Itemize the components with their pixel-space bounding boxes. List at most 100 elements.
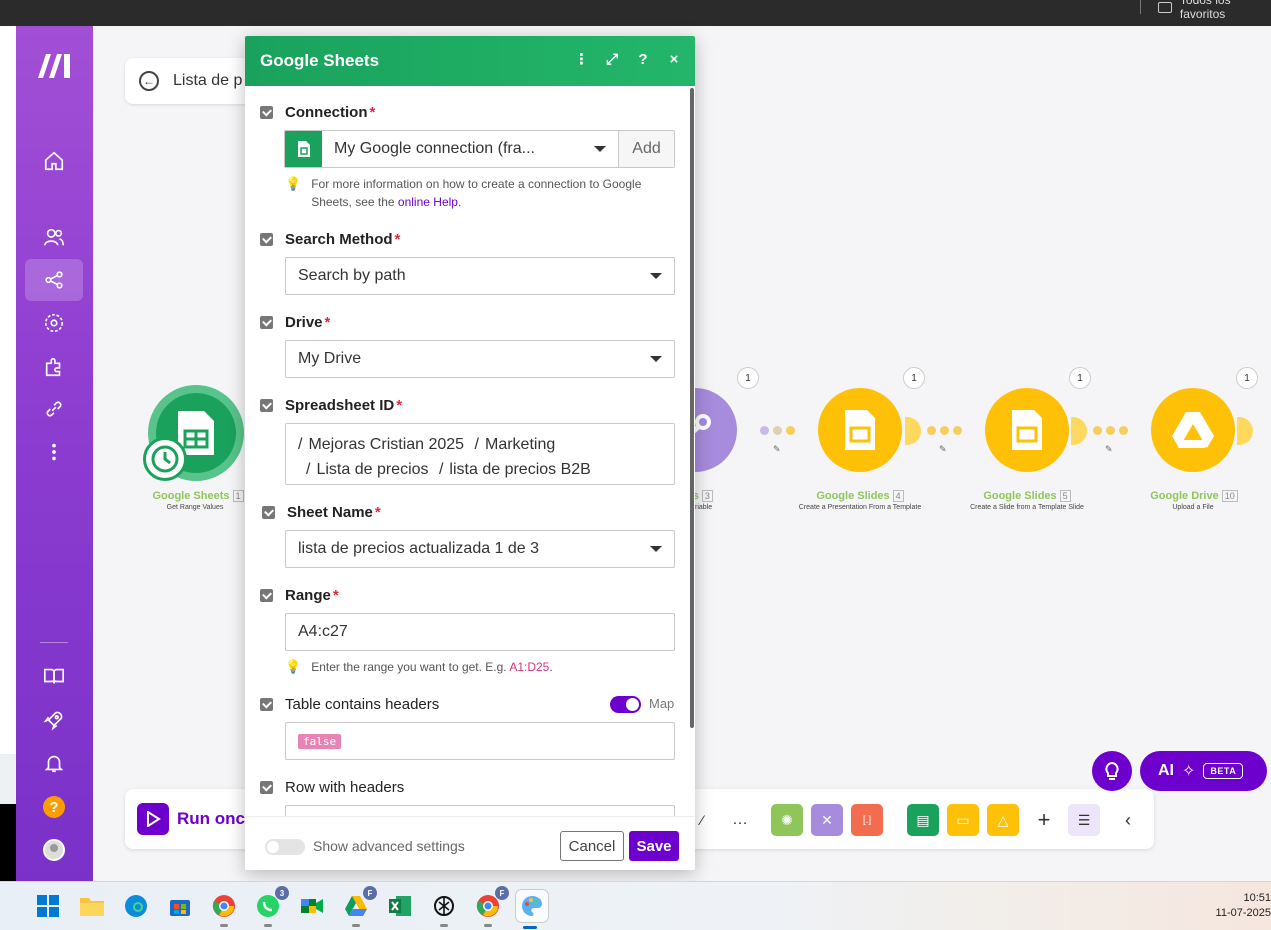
google-slides-node-5[interactable] bbox=[985, 388, 1069, 472]
docs-icon[interactable] bbox=[25, 655, 83, 697]
path-segment[interactable]: Lista de precios bbox=[316, 461, 428, 478]
connector-dots[interactable] bbox=[760, 426, 795, 435]
chevron-left-icon[interactable]: ‹ bbox=[1112, 804, 1144, 836]
help-icon[interactable]: ? bbox=[636, 51, 650, 68]
connection-select[interactable]: My Google connection (fra... Add bbox=[284, 130, 675, 168]
more-icon[interactable] bbox=[25, 431, 83, 473]
templates-icon[interactable] bbox=[25, 302, 83, 344]
home-icon[interactable] bbox=[25, 140, 83, 182]
help-button[interactable]: ? bbox=[25, 786, 83, 828]
collapse-checkbox-icon[interactable] bbox=[260, 106, 273, 119]
file-explorer-icon[interactable] bbox=[78, 892, 106, 920]
dialog-scrollbar[interactable] bbox=[690, 88, 694, 728]
range-input[interactable]: A4:c27 bbox=[285, 613, 675, 651]
label-text: Drive bbox=[285, 314, 323, 331]
team-icon[interactable] bbox=[25, 216, 83, 258]
path-segment[interactable]: Marketing bbox=[485, 436, 555, 453]
sheet-name-select[interactable]: lista de precios actualizada 1 de 3 bbox=[285, 530, 675, 568]
collapse-checkbox-icon[interactable] bbox=[260, 316, 273, 329]
collapse-checkbox-icon[interactable] bbox=[260, 233, 273, 246]
make-logo-icon[interactable] bbox=[36, 52, 74, 80]
profile-badge: F bbox=[495, 886, 509, 900]
collapse-checkbox-icon[interactable] bbox=[260, 698, 273, 711]
running-indicator bbox=[352, 924, 360, 927]
google-drive-node[interactable] bbox=[1151, 388, 1235, 472]
google-slides-node-4[interactable] bbox=[818, 388, 902, 472]
node-handle[interactable] bbox=[1071, 417, 1087, 445]
google-drive-icon[interactable]: △ bbox=[987, 804, 1019, 836]
add-module-handle[interactable] bbox=[1237, 417, 1253, 445]
filter-wrench-icon[interactable]: ✎ bbox=[773, 444, 781, 455]
microsoft-store-icon[interactable] bbox=[166, 892, 194, 920]
drive-select[interactable]: My Drive bbox=[285, 340, 675, 378]
filter-wrench-icon[interactable]: ✎ bbox=[1105, 444, 1113, 455]
hints-button[interactable] bbox=[1092, 751, 1132, 791]
path-segment[interactable]: lista de precios B2B bbox=[449, 461, 590, 478]
path-segment[interactable]: Mejoras Cristian 2025 bbox=[308, 436, 464, 453]
advanced-settings-label[interactable]: Show advanced settings bbox=[313, 838, 465, 854]
spreadsheet-path-field[interactable]: / Mejoras Cristian 2025 / Marketing / Lista… bbox=[285, 423, 675, 485]
connector-dots[interactable] bbox=[927, 426, 962, 435]
cancel-button[interactable]: Cancel bbox=[560, 831, 624, 861]
edge-browser-icon[interactable] bbox=[122, 892, 150, 920]
bell-icon[interactable] bbox=[25, 742, 83, 784]
collapse-checkbox-icon[interactable] bbox=[260, 589, 273, 602]
scenario-name[interactable]: Lista de p bbox=[173, 72, 242, 90]
clock-schedule-icon[interactable] bbox=[143, 437, 187, 481]
chatgpt-icon[interactable] bbox=[430, 892, 458, 927]
online-help-link[interactable]: online Help bbox=[398, 195, 458, 209]
paint-app-icon[interactable] bbox=[516, 890, 548, 929]
meet-icon[interactable] bbox=[298, 892, 326, 920]
tools-icon[interactable]: ✕ bbox=[811, 804, 843, 836]
windows-start-icon[interactable] bbox=[34, 892, 62, 920]
more-vert-icon[interactable]: ⋮ bbox=[574, 50, 589, 68]
dialog-body[interactable]: Connection * My Google connection (fra...… bbox=[245, 86, 695, 816]
back-arrow-icon[interactable]: ← bbox=[139, 71, 159, 91]
running-indicator bbox=[264, 924, 272, 927]
map-toggle[interactable] bbox=[610, 696, 641, 713]
close-icon[interactable]: × bbox=[667, 51, 681, 68]
run-once-label[interactable]: Run once bbox=[177, 809, 254, 829]
rocket-icon[interactable] bbox=[25, 699, 83, 741]
collapse-checkbox-icon[interactable] bbox=[260, 781, 273, 794]
scenarios-icon[interactable] bbox=[25, 259, 83, 301]
settings-gear-icon[interactable]: ✺ bbox=[771, 804, 803, 836]
hint-text: . bbox=[457, 195, 462, 209]
row-headers-input[interactable] bbox=[285, 805, 675, 816]
table-headers-input[interactable]: false bbox=[285, 722, 675, 760]
connection-value[interactable]: My Google connection (fra... bbox=[322, 131, 619, 167]
google-drive-taskbar-icon[interactable]: F bbox=[342, 886, 377, 927]
filter-wrench-icon[interactable]: ✎ bbox=[939, 444, 947, 455]
add-connection-button[interactable]: Add bbox=[619, 131, 674, 167]
apps-icon[interactable] bbox=[25, 346, 83, 388]
avatar-button[interactable] bbox=[25, 829, 83, 871]
collapse-checkbox-icon[interactable] bbox=[262, 506, 275, 519]
checklist-icon[interactable]: ☰ bbox=[1068, 804, 1100, 836]
connector-dots[interactable] bbox=[1093, 426, 1128, 435]
avatar bbox=[43, 839, 65, 861]
google-sheets-icon[interactable]: ▤ bbox=[907, 804, 939, 836]
text-parser-icon[interactable]: [.] bbox=[851, 804, 883, 836]
expand-icon[interactable]: ⤢ bbox=[605, 51, 619, 68]
run-once-button[interactable] bbox=[137, 803, 169, 835]
chrome-icon[interactable] bbox=[210, 892, 238, 927]
search-method-select[interactable]: Search by path bbox=[285, 257, 675, 295]
chevron-down-icon[interactable] bbox=[594, 146, 606, 152]
ai-assistant-button[interactable]: AI ✧ BETA bbox=[1140, 751, 1267, 791]
advanced-settings-toggle[interactable] bbox=[265, 839, 305, 855]
chrome-profile-icon[interactable]: F bbox=[474, 886, 509, 927]
add-icon[interactable]: + bbox=[1028, 804, 1060, 836]
node-handle[interactable] bbox=[905, 417, 921, 445]
whatsapp-icon[interactable]: 3 bbox=[254, 886, 289, 927]
google-slides-icon[interactable]: ▭ bbox=[947, 804, 979, 836]
slides-doc-icon bbox=[1012, 410, 1042, 450]
collapse-checkbox-icon[interactable] bbox=[260, 399, 273, 412]
false-value-chip[interactable]: false bbox=[298, 733, 342, 749]
system-clock[interactable]: 10:51 11-07-2025 bbox=[1201, 891, 1271, 921]
excel-icon[interactable] bbox=[386, 892, 414, 920]
required-mark: * bbox=[369, 104, 376, 121]
save-button[interactable]: Save bbox=[629, 831, 679, 861]
bookmark-folder[interactable]: Todos los favoritos bbox=[1158, 0, 1271, 21]
more-horiz-icon[interactable]: … bbox=[724, 804, 756, 836]
connections-icon[interactable] bbox=[25, 388, 83, 430]
